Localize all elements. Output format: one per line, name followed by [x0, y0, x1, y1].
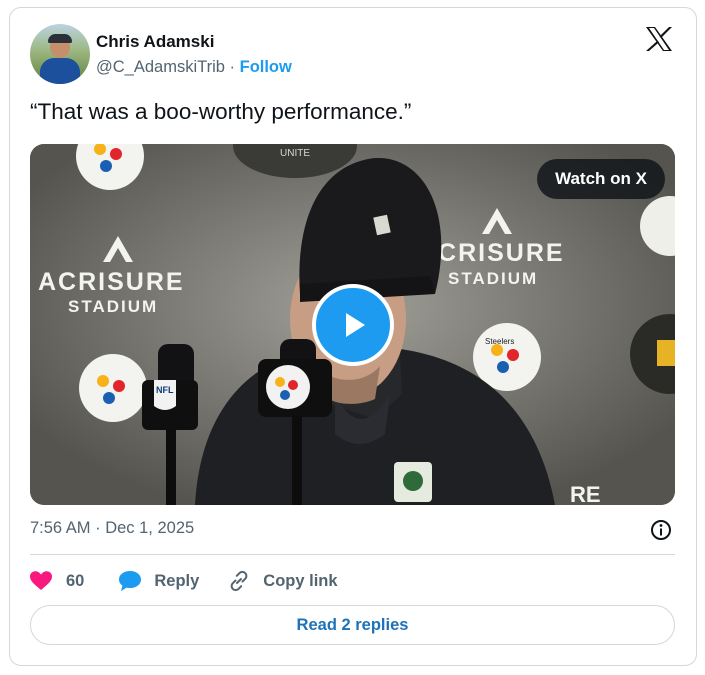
author-handle[interactable]: @C_AdamskiTrib [96, 58, 225, 76]
author-name[interactable]: Chris Adamski [96, 32, 214, 52]
mic-logo-text: NFL [156, 385, 174, 395]
tweet-text: “That was a boo-worthy performance.” [30, 99, 412, 124]
video-player[interactable]: Steelers ACRISURE STADIUM ACRISURE STADI… [30, 144, 675, 505]
steelers-wordmark: Steelers [485, 337, 514, 346]
author-handle-row: @C_AdamskiTrib · Follow [96, 58, 292, 77]
reply-label: Reply [154, 571, 200, 590]
info-icon[interactable] [650, 519, 672, 541]
heart-icon [30, 571, 52, 590]
action-bar: 60 Reply Copy link [30, 567, 338, 595]
like-button[interactable]: 60 [30, 571, 84, 591]
avatar[interactable] [30, 24, 90, 84]
handle-separator: · [229, 58, 236, 76]
avatar-torso [40, 58, 80, 84]
follow-button[interactable]: Follow [240, 58, 292, 76]
play-icon [346, 313, 365, 337]
edge-fragment-text: RE [570, 482, 601, 505]
unite-banner-text: UNITE [280, 148, 310, 159]
watch-on-x-button[interactable]: Watch on X [537, 159, 665, 199]
x-logo-icon[interactable] [645, 26, 673, 52]
speech-bubble-icon [119, 571, 142, 591]
divider [30, 554, 675, 555]
stadium-label-right: STADIUM [448, 269, 538, 288]
link-icon [230, 570, 248, 592]
stadium-label-left: STADIUM [68, 297, 158, 316]
like-count: 60 [66, 571, 85, 590]
tweet-timestamp[interactable]: 7:56 AM · Dec 1, 2025 [30, 519, 194, 538]
copy-link-button[interactable]: Copy link [227, 569, 338, 593]
acrisure-brand-left: ACRISURE [38, 268, 185, 296]
read-replies-button[interactable]: Read 2 replies [30, 605, 675, 645]
play-button[interactable] [312, 284, 394, 366]
copy-link-label: Copy link [263, 571, 338, 590]
steelers-logo-bottom-left [79, 354, 147, 422]
avatar-cap [48, 34, 72, 43]
reply-button[interactable]: Reply [118, 570, 199, 592]
